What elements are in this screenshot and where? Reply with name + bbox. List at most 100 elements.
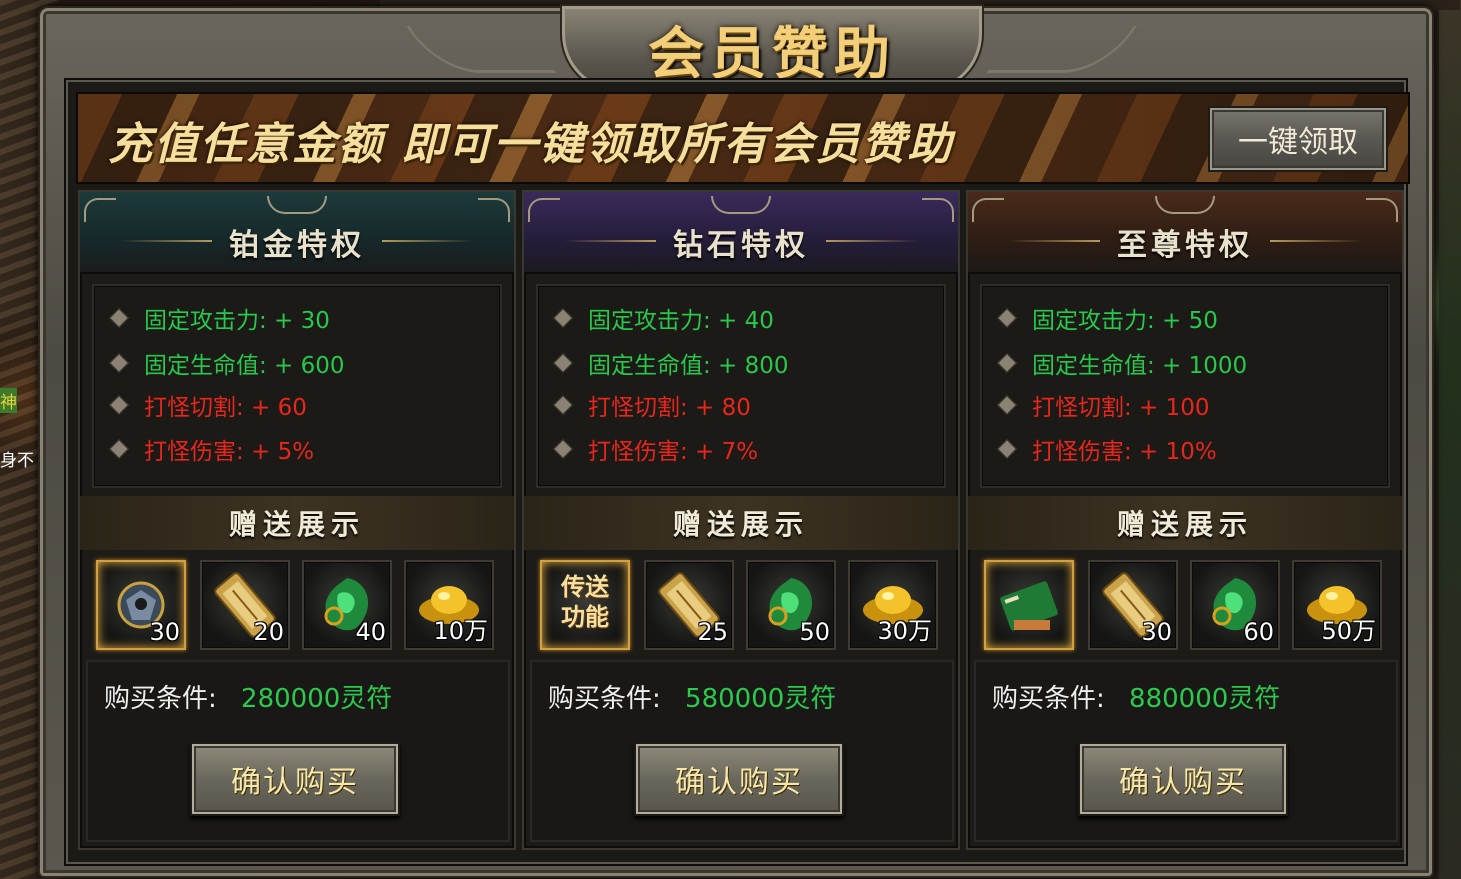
- background-left-label: 神: [0, 388, 17, 413]
- stat-row: 打怪伤害: + 7%: [538, 427, 944, 471]
- diamond-bullet-icon: [997, 308, 1017, 328]
- item-quantity: 20: [253, 618, 284, 646]
- price-value: 880000灵符: [1129, 684, 1281, 714]
- corner-ornament-left: [84, 198, 116, 222]
- purchase-box: 购买条件: 580000灵符 确认购买: [530, 660, 954, 842]
- stat-row: 打怪伤害: + 5%: [94, 427, 500, 471]
- panel-header: 钻石特权: [524, 192, 958, 274]
- background-right-strip: [1439, 0, 1461, 879]
- item-quantity: 30: [1141, 618, 1172, 646]
- frame-horn-left: [406, 26, 557, 73]
- diamond-bullet-icon: [109, 439, 129, 459]
- diamond-bullet-icon: [109, 308, 129, 328]
- corner-ornament-left: [528, 198, 560, 222]
- confirm-purchase-button[interactable]: 确认购买: [634, 742, 844, 816]
- gift-item-slot[interactable]: 20: [200, 560, 290, 650]
- diamond-bullet-icon: [553, 439, 573, 459]
- condition-label: 购买条件:: [104, 684, 217, 714]
- panel-title: 铂金特权: [229, 228, 365, 263]
- corner-ornament-right: [1366, 198, 1398, 222]
- diamond-bullet-icon: [553, 353, 573, 373]
- stat-row: 固定攻击力: + 50: [982, 296, 1388, 340]
- gift-item-slot[interactable]: 60: [1190, 560, 1280, 650]
- stat-row: 固定生命值: + 600: [94, 341, 500, 385]
- stat-label: 打怪伤害: + 10%: [1032, 439, 1217, 465]
- stat-row: 固定生命值: + 800: [538, 341, 944, 385]
- privilege-panel: 至尊特权 固定攻击力: + 50 固定生命值: + 1000 打怪切割: + 1…: [966, 190, 1404, 850]
- gift-header: 赠送展示: [524, 496, 958, 550]
- confirm-purchase-button[interactable]: 确认购买: [190, 742, 400, 816]
- corner-ornament-right: [922, 198, 954, 222]
- gift-items: 30 60 50万: [984, 560, 1386, 650]
- purchase-condition: 购买条件: 580000灵符: [548, 678, 836, 715]
- stat-label: 打怪切割: + 60: [144, 395, 307, 421]
- gift-item-slot[interactable]: 50万: [1292, 560, 1382, 650]
- gift-item-slot[interactable]: 25: [644, 560, 734, 650]
- item-quantity: 60: [1243, 618, 1274, 646]
- item-quantity: 30: [149, 618, 180, 646]
- stat-label: 打怪伤害: + 7%: [588, 439, 759, 465]
- gift-item-slot[interactable]: 30: [1088, 560, 1178, 650]
- purchase-condition: 购买条件: 280000灵符: [104, 678, 392, 715]
- gift-title: 赠送展示: [1116, 508, 1253, 541]
- price-value: 580000灵符: [685, 684, 837, 714]
- item-quantity: 50万: [1321, 617, 1376, 645]
- diamond-bullet-icon: [997, 353, 1017, 373]
- banner-text: 充值任意金额 即可一键领取所有会员赞助: [108, 119, 954, 170]
- gift-items: 传送功能 25 50 30万: [540, 560, 942, 650]
- gift-items: 30 20 40 10万: [96, 560, 498, 650]
- stats-box: 固定攻击力: + 30 固定生命值: + 600 打怪切割: + 60 打怪伤害…: [92, 284, 502, 488]
- stats-box: 固定攻击力: + 40 固定生命值: + 800 打怪切割: + 80 打怪伤害…: [536, 284, 946, 488]
- stat-label: 固定攻击力: + 50: [1032, 308, 1218, 334]
- header-crest-ornament: [711, 196, 771, 214]
- item-quantity: 40: [355, 618, 386, 646]
- gift-item-slot[interactable]: 传送功能: [540, 560, 630, 650]
- privilege-panel: 铂金特权 固定攻击力: + 30 固定生命值: + 600 打怪切割: + 60…: [78, 190, 516, 850]
- item-quantity: 30万: [877, 617, 932, 645]
- gift-item-slot[interactable]: 40: [302, 560, 392, 650]
- gift-title: 赠送展示: [228, 508, 365, 541]
- stat-label: 固定生命值: + 800: [588, 353, 789, 379]
- diamond-bullet-icon: [553, 308, 573, 328]
- stat-label: 固定生命值: + 600: [144, 353, 345, 379]
- purchase-box: 购买条件: 280000灵符 确认购买: [86, 660, 510, 842]
- promo-banner: 充值任意金额 即可一键领取所有会员赞助 一键领取: [76, 92, 1410, 184]
- stat-row: 打怪切割: + 60: [94, 383, 500, 427]
- condition-label: 购买条件:: [992, 684, 1105, 714]
- stat-row: 固定生命值: + 1000: [982, 341, 1388, 385]
- gift-item-slot[interactable]: 10万: [404, 560, 494, 650]
- gift-item-slot[interactable]: 50: [746, 560, 836, 650]
- item-quantity: 50: [799, 618, 830, 646]
- diamond-bullet-icon: [997, 439, 1017, 459]
- item-quantity: 10万: [433, 617, 488, 645]
- price-value: 280000灵符: [241, 684, 393, 714]
- panel-header: 铂金特权: [80, 192, 514, 274]
- confirm-purchase-button[interactable]: 确认购买: [1078, 742, 1288, 816]
- diamond-bullet-icon: [997, 395, 1017, 415]
- gift-item-slot[interactable]: 30: [96, 560, 186, 650]
- stat-row: 固定攻击力: + 30: [94, 296, 500, 340]
- stat-label: 打怪伤害: + 5%: [144, 439, 315, 465]
- game-scene: 恭喜 神 身不 会员赞助 充值任意金额 即可一键领取所有会员赞助 一键领取 铂金…: [0, 0, 1461, 879]
- item-quantity: 25: [697, 618, 728, 646]
- panel-title: 至尊特权: [1117, 228, 1253, 263]
- stat-label: 固定生命值: + 1000: [1032, 353, 1248, 379]
- gift-item-slot[interactable]: 30万: [848, 560, 938, 650]
- corner-ornament-left: [972, 198, 1004, 222]
- teleport-badge-icon: 传送功能: [561, 573, 609, 631]
- purchase-condition: 购买条件: 880000灵符: [992, 678, 1280, 715]
- diamond-bullet-icon: [109, 395, 129, 415]
- purchase-box: 购买条件: 880000灵符 确认购买: [974, 660, 1398, 842]
- gift-item-slot[interactable]: [984, 560, 1074, 650]
- stat-label: 打怪切割: + 80: [588, 395, 751, 421]
- gift-header: 赠送展示: [80, 496, 514, 550]
- claim-all-button[interactable]: 一键领取: [1208, 106, 1388, 172]
- gift-header: 赠送展示: [968, 496, 1402, 550]
- stat-label: 打怪切割: + 100: [1032, 395, 1210, 421]
- stat-row: 固定攻击力: + 40: [538, 296, 944, 340]
- condition-label: 购买条件:: [548, 684, 661, 714]
- background-left-text: 身不: [0, 451, 34, 471]
- gift-title: 赠送展示: [672, 508, 809, 541]
- stat-row: 打怪伤害: + 10%: [982, 427, 1388, 471]
- privilege-panel: 钻石特权 固定攻击力: + 40 固定生命值: + 800 打怪切割: + 80…: [522, 190, 960, 850]
